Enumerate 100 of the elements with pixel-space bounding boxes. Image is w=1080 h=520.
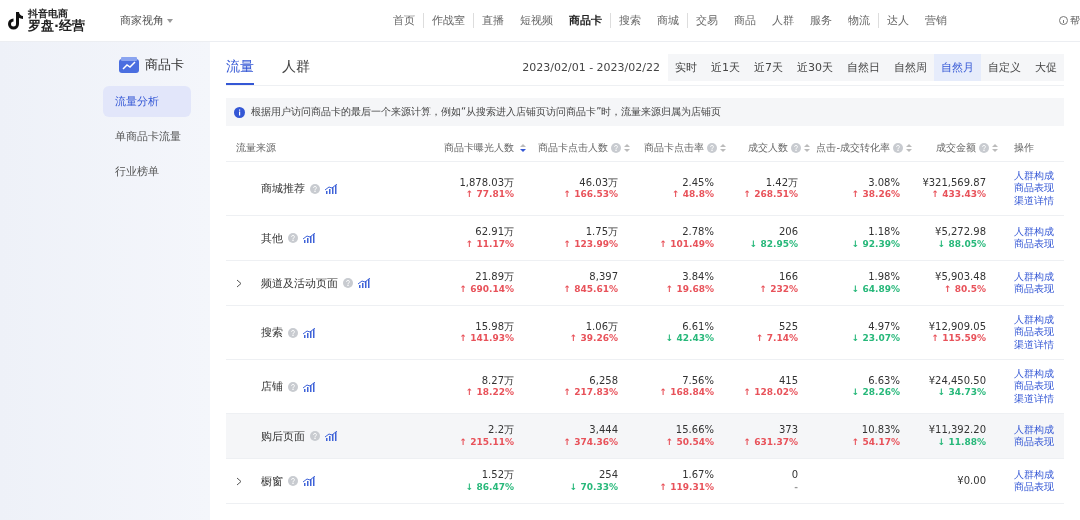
period-option[interactable]: 近1天 [704, 54, 747, 81]
action-link[interactable]: 人群构成 [1014, 169, 1064, 183]
period-option[interactable]: 自然月 [934, 54, 981, 81]
action-link[interactable]: 人群构成 [1014, 468, 1064, 481]
tab[interactable]: 人群 [282, 54, 310, 85]
logo-subtitle: 抖音电商 [28, 9, 69, 19]
metric-value: 8.27万 [481, 374, 514, 388]
metric-change: ↑ 232% [759, 283, 798, 295]
action-link[interactable]: 人群构成 [1014, 313, 1064, 327]
chart-card-icon [119, 57, 139, 73]
help-icon [611, 142, 621, 153]
action-link[interactable]: 商品表现 [1014, 238, 1064, 251]
action-link[interactable]: 人群构成 [1014, 367, 1064, 381]
action-link[interactable]: 商品表现 [1014, 380, 1064, 393]
nav-item[interactable]: 达人 [877, 13, 917, 28]
metric-change: ↑ 631.37% [743, 436, 798, 448]
trend-chart-icon[interactable] [303, 381, 315, 392]
period-option[interactable]: 自定义 [981, 54, 1028, 81]
nav-item[interactable]: 作战室 [422, 13, 473, 28]
perspective-dropdown[interactable]: 商家视角 [120, 13, 310, 28]
period-option[interactable]: 自然日 [840, 54, 887, 81]
sidebar-item[interactable]: 单商品卡流量 [103, 121, 191, 152]
date-range[interactable]: 2023/02/01 - 2023/02/22 [522, 61, 660, 74]
source-name: 商城推荐 [261, 181, 305, 196]
trend-chart-icon[interactable] [325, 183, 337, 194]
metric-value: 6.61% [682, 320, 714, 334]
metric-value: 62.91万 [475, 226, 514, 239]
metric-value: 206 [778, 226, 798, 239]
metric-change: ↓ 64.89% [851, 283, 900, 295]
action-link[interactable]: 商品表现 [1014, 283, 1064, 296]
info-icon [234, 106, 245, 118]
period-option[interactable]: 近30天 [790, 54, 840, 81]
nav-item[interactable]: 商品卡 [560, 13, 610, 28]
action-link[interactable]: 渠道详情 [1014, 194, 1064, 208]
nav-item[interactable]: 短视频 [511, 13, 561, 28]
expand-chevron-icon[interactable] [236, 278, 242, 288]
action-link[interactable]: 商品表现 [1014, 182, 1064, 195]
column-header[interactable]: 成交人数 [732, 140, 816, 155]
metric-change: ↑ 268.51% [743, 189, 798, 201]
nav-item[interactable]: 人群 [763, 13, 802, 28]
trend-chart-icon[interactable] [303, 233, 315, 243]
column-header[interactable]: 商品卡点击人数 [532, 140, 636, 155]
tab[interactable]: 流量 [226, 54, 254, 85]
metric-value: 1.98% [868, 271, 900, 284]
metric-value: 7.56% [682, 374, 714, 388]
period-option[interactable]: 大促 [1028, 54, 1064, 81]
metric-change: ↓ 70.33% [569, 481, 618, 493]
sort-icon[interactable] [520, 142, 526, 153]
column-header[interactable]: 点击-成交转化率 [816, 140, 918, 155]
column-header[interactable]: 商品卡点击率 [636, 140, 732, 155]
trend-chart-icon[interactable] [303, 476, 315, 486]
help-link[interactable]: 帮 [1059, 13, 1080, 28]
sidebar-item[interactable]: 行业榜单 [103, 156, 191, 187]
metric-change: ↑ 80.5% [944, 283, 986, 295]
metric-change: ↑ 115.59% [931, 333, 986, 345]
source-name: 店铺 [261, 379, 283, 394]
nav-item[interactable]: 服务 [801, 13, 840, 28]
column-header[interactable]: 商品卡曝光人数 [446, 140, 532, 155]
expand-chevron-icon[interactable] [236, 476, 242, 486]
nav-item[interactable]: 物流 [839, 13, 878, 28]
nav-item[interactable]: 搜索 [609, 13, 649, 28]
metric-value: 6.63% [868, 374, 900, 388]
nav-item[interactable]: 商品 [725, 13, 764, 28]
metric-change: ↑ 18.22% [465, 387, 514, 399]
metric-change: ↑ 50.54% [665, 436, 714, 448]
nav-item[interactable]: 交易 [686, 13, 726, 28]
metric-change: ↑ 54.17% [851, 436, 900, 448]
action-link[interactable]: 人群构成 [1014, 423, 1064, 436]
trend-chart-icon[interactable] [303, 327, 315, 338]
metric-change: ↑ 141.93% [459, 333, 514, 345]
sidebar-item[interactable]: 流量分析 [103, 86, 191, 117]
trend-chart-icon[interactable] [358, 278, 370, 288]
period-option[interactable]: 自然周 [887, 54, 934, 81]
nav-item[interactable]: 直播 [472, 13, 512, 28]
action-link[interactable]: 商品表现 [1014, 326, 1064, 339]
period-option[interactable]: 实时 [668, 54, 704, 81]
period-option[interactable]: 近7天 [747, 54, 790, 81]
action-link[interactable]: 商品表现 [1014, 481, 1064, 494]
help-icon [288, 327, 298, 338]
action-link[interactable]: 渠道详情 [1014, 392, 1064, 406]
metric-value: ¥11,392.20 [928, 424, 986, 437]
metric-value: 415 [778, 374, 798, 388]
metric-change: ↑ 11.17% [465, 238, 514, 250]
metric-value: 2.2万 [488, 424, 514, 437]
metric-change: ↑ 123.99% [563, 238, 618, 250]
metric-value: ¥5,903.48 [935, 271, 986, 284]
metric-value: 254 [598, 469, 618, 482]
metric-change: ↑ 128.02% [743, 387, 798, 399]
nav-item[interactable]: 商城 [648, 13, 687, 28]
trend-chart-icon[interactable] [325, 431, 337, 441]
action-link[interactable]: 人群构成 [1014, 270, 1064, 283]
action-link[interactable]: 渠道详情 [1014, 338, 1064, 352]
nav-item[interactable]: 首页 [384, 13, 423, 28]
metric-value: 21.89万 [475, 271, 514, 284]
column-header[interactable]: 成交金额 [918, 140, 1004, 155]
help-icon [979, 142, 989, 153]
action-link[interactable]: 人群构成 [1014, 225, 1064, 238]
action-link[interactable]: 商品表现 [1014, 436, 1064, 449]
metric-value: ¥0.00 [957, 474, 986, 488]
nav-item[interactable]: 营销 [916, 13, 955, 28]
